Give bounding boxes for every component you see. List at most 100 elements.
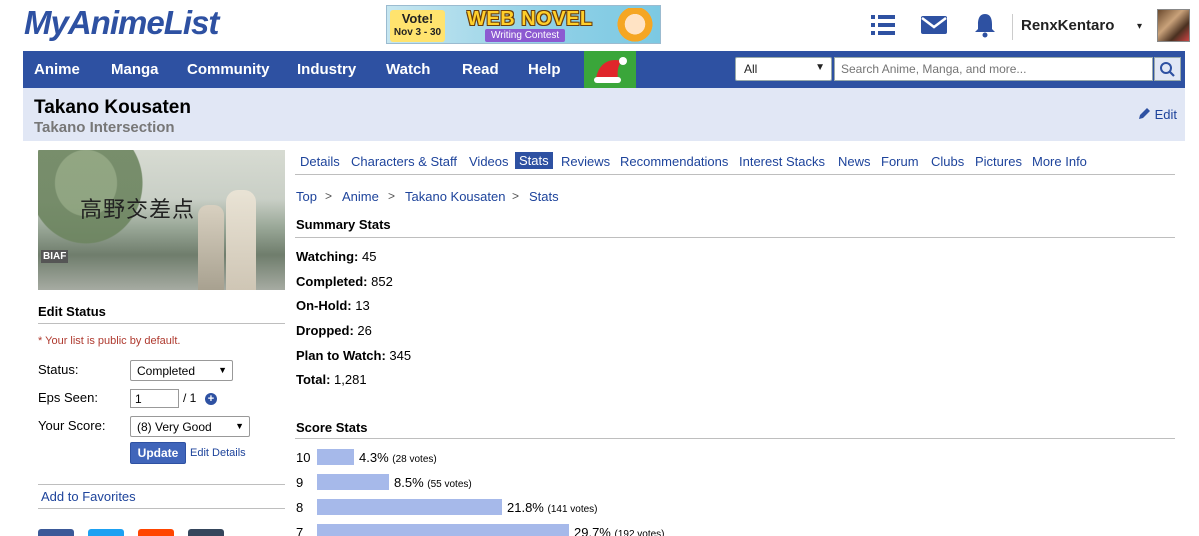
tab-news[interactable]: News bbox=[838, 154, 871, 169]
english-title: Takano Intersection bbox=[34, 119, 175, 136]
status-label: Status: bbox=[38, 362, 79, 377]
tab-pictures[interactable]: Pictures bbox=[975, 154, 1022, 169]
score-bar bbox=[317, 474, 389, 490]
breadcrumb-separator: > bbox=[512, 189, 520, 203]
edit-entry-link[interactable]: Edit bbox=[1138, 107, 1177, 122]
stat-label: Total: bbox=[296, 372, 331, 387]
nav-help[interactable]: Help bbox=[528, 61, 561, 78]
reddit-share-icon[interactable] bbox=[138, 529, 174, 536]
score-value: 9 bbox=[296, 475, 304, 490]
bell-icon[interactable] bbox=[971, 12, 999, 38]
tab-more-info[interactable]: More Info bbox=[1032, 154, 1087, 169]
nav-manga[interactable]: Manga bbox=[111, 61, 159, 78]
facebook-share-icon[interactable] bbox=[38, 529, 74, 536]
nav-industry[interactable]: Industry bbox=[297, 61, 356, 78]
score-value: (8) Very Good bbox=[137, 420, 212, 434]
summary-stats-heading: Summary Stats bbox=[296, 217, 391, 232]
score-row: 8 21.8% (141 votes) bbox=[296, 499, 1176, 516]
score-percent: 21.8% (141 votes) bbox=[507, 500, 598, 515]
site-logo[interactable]: MyAnimeList bbox=[24, 4, 219, 42]
increment-episode-icon[interactable]: + bbox=[205, 393, 217, 405]
banner-vote: Vote! Nov 3 - 30 bbox=[390, 10, 445, 42]
nav-read[interactable]: Read bbox=[462, 61, 499, 78]
edit-details-link[interactable]: Edit Details bbox=[190, 447, 246, 459]
tumblr-share-icon[interactable] bbox=[188, 529, 224, 536]
tab-interest-stacks[interactable]: Interest Stacks bbox=[739, 154, 825, 169]
stat-value: 1,281 bbox=[334, 372, 367, 387]
stat-value: 45 bbox=[361, 249, 377, 264]
breadcrumb-separator: > bbox=[388, 189, 396, 203]
list-icon[interactable] bbox=[869, 12, 897, 38]
divider bbox=[295, 237, 1175, 238]
poster-figure bbox=[198, 205, 224, 290]
breadcrumb-top[interactable]: Top bbox=[296, 189, 317, 204]
ad-banner[interactable]: Vote! Nov 3 - 30 WEB NOVEL Writing Conte… bbox=[386, 5, 661, 44]
twitter-share-icon[interactable] bbox=[88, 529, 124, 536]
score-percent: 4.3% (28 votes) bbox=[359, 450, 437, 465]
stat-label: Plan to Watch: bbox=[296, 348, 386, 363]
search-button[interactable] bbox=[1154, 57, 1181, 81]
eps-seen-label: Eps Seen: bbox=[38, 390, 98, 405]
add-to-favorites-link[interactable]: Add to Favorites bbox=[41, 489, 136, 504]
mail-icon[interactable] bbox=[920, 12, 948, 38]
nav-anime[interactable]: Anime bbox=[34, 61, 80, 78]
update-button[interactable]: Update bbox=[130, 442, 186, 464]
stat-label: Completed: bbox=[296, 274, 368, 289]
banner-character-image bbox=[614, 8, 656, 43]
divider bbox=[38, 508, 285, 509]
search-input[interactable] bbox=[834, 57, 1153, 81]
chevron-down-icon: ▼ bbox=[815, 62, 825, 73]
stat-value: 852 bbox=[371, 274, 393, 289]
score-select[interactable]: (8) Very Good ▼ bbox=[130, 416, 250, 437]
score-value: 10 bbox=[296, 450, 311, 465]
stat-dropped: Dropped: 26 bbox=[296, 323, 372, 338]
stat-value: 345 bbox=[389, 348, 412, 363]
tab-characters-staff[interactable]: Characters & Staff bbox=[351, 154, 457, 169]
tab-clubs[interactable]: Clubs bbox=[931, 154, 964, 169]
score-row: 7 29.7% (192 votes) bbox=[296, 524, 1176, 536]
score-stats-heading: Score Stats bbox=[296, 420, 368, 435]
nav-watch[interactable]: Watch bbox=[386, 61, 430, 78]
site-header: MyAnimeList Vote! Nov 3 - 30 WEB NOVEL W… bbox=[0, 0, 1199, 50]
stat-value: 13 bbox=[355, 298, 370, 313]
breadcrumb-title[interactable]: Takano Kousaten bbox=[405, 189, 505, 204]
stat-plan-to-watch: Plan to Watch: 345 bbox=[296, 348, 411, 363]
stat-total: Total: 1,281 bbox=[296, 372, 367, 387]
divider bbox=[295, 438, 1175, 439]
user-menu-caret-icon[interactable]: ▾ bbox=[1137, 21, 1142, 32]
tab-recommendations[interactable]: Recommendations bbox=[620, 154, 728, 169]
stat-label: Watching: bbox=[296, 249, 359, 264]
status-value: Completed bbox=[137, 364, 196, 378]
chevron-down-icon: ▼ bbox=[235, 421, 244, 431]
score-value: 7 bbox=[296, 525, 304, 536]
status-select[interactable]: Completed ▼ bbox=[130, 360, 233, 381]
anime-poster[interactable]: 高野交差点 BIAF bbox=[38, 150, 285, 290]
score-bar bbox=[317, 524, 569, 536]
breadcrumb-stats[interactable]: Stats bbox=[529, 189, 559, 204]
score-percent: 8.5% (55 votes) bbox=[394, 475, 472, 490]
score-percent: 29.7% (192 votes) bbox=[574, 525, 665, 536]
nav-community[interactable]: Community bbox=[187, 61, 270, 78]
santa-hat-icon[interactable] bbox=[584, 51, 636, 88]
tab-forum[interactable]: Forum bbox=[881, 154, 919, 169]
tab-reviews[interactable]: Reviews bbox=[561, 154, 610, 169]
edit-status-heading: Edit Status bbox=[38, 304, 106, 319]
score-bar bbox=[317, 449, 354, 465]
username[interactable]: RenxKentaro bbox=[1021, 17, 1114, 34]
banner-vote-text: Vote! bbox=[401, 11, 434, 26]
score-bar bbox=[317, 499, 502, 515]
breadcrumb-anime[interactable]: Anime bbox=[342, 189, 379, 204]
banner-title: WEB NOVEL bbox=[467, 8, 593, 30]
poster-badge: BIAF bbox=[41, 250, 69, 263]
eps-seen-input[interactable] bbox=[130, 389, 179, 408]
tab-stats[interactable]: Stats bbox=[515, 152, 553, 169]
score-value: 8 bbox=[296, 500, 304, 515]
banner-dates: Nov 3 - 30 bbox=[393, 27, 442, 38]
stat-label: On-Hold: bbox=[296, 298, 352, 313]
list-privacy-note: * Your list is public by default. bbox=[38, 335, 181, 347]
tab-videos[interactable]: Videos bbox=[469, 154, 509, 169]
tab-details[interactable]: Details bbox=[300, 154, 340, 169]
score-votes: (141 votes) bbox=[547, 504, 598, 515]
search-type-select[interactable]: All ▼ bbox=[735, 57, 832, 81]
avatar[interactable] bbox=[1157, 9, 1190, 42]
